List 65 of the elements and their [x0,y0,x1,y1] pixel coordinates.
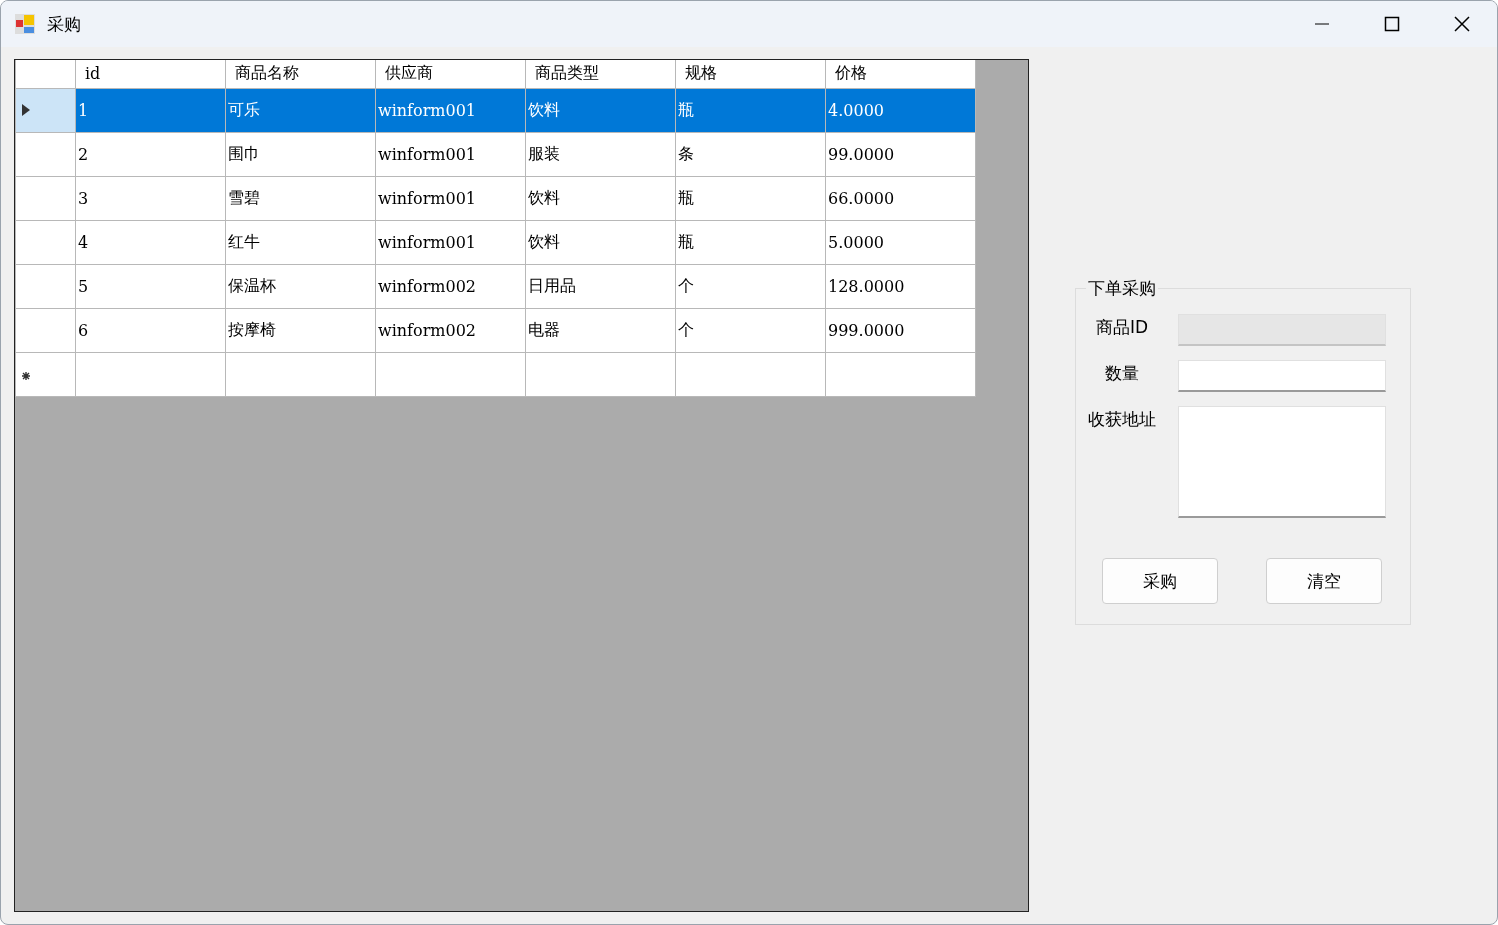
table-cell: 999.0000 [825,308,976,352]
column-header[interactable]: 规格 [675,60,826,88]
table-cell: 雪碧 [225,176,376,220]
field-label: 收获地址 [1087,408,1157,431]
table-cell: 99.0000 [825,132,976,176]
table-cell: 6 [75,308,226,352]
table-cell: winform002 [375,308,526,352]
column-header[interactable]: id [75,60,226,88]
row-header[interactable] [15,352,76,396]
window-title: 采购 [47,12,82,36]
address-field[interactable] [1178,406,1386,518]
table-cell: 饮料 [525,176,676,220]
table-cell: 2 [75,132,226,176]
table-cell: 日用品 [525,264,676,308]
row-header[interactable] [15,88,76,132]
group-title: 下单采购 [1087,277,1157,300]
table-cell: 4.0000 [825,88,976,132]
table-cell: 按摩椅 [225,308,376,352]
table-cell: 5.0000 [825,220,976,264]
table-cell: 围巾 [225,132,376,176]
table-cell: 瓶 [675,176,826,220]
row-header[interactable] [15,308,76,352]
table-cell: 条 [675,132,826,176]
table-cell: winform002 [375,264,526,308]
table-cell: 128.0000 [825,264,976,308]
table-cell: 电器 [525,308,676,352]
table-cell: winform001 [375,132,526,176]
row-header[interactable] [15,220,76,264]
app-icon [15,14,35,34]
table-cell: winform001 [375,88,526,132]
table-cell: 饮料 [525,88,676,132]
table-cell: 红牛 [225,220,376,264]
new-row-icon [22,371,30,380]
table-cell: winform001 [375,176,526,220]
table-cell: 5 [75,264,226,308]
column-header[interactable]: 商品名称 [225,60,376,88]
maximize-icon [1384,16,1400,32]
input-field[interactable] [1178,360,1386,392]
close-icon [1454,16,1470,32]
form-button[interactable]: 清空 [1266,558,1382,604]
minimize-icon [1314,23,1330,25]
table-cell: 可乐 [225,88,376,132]
table-cell: 瓶 [675,220,826,264]
column-header[interactable]: 供应商 [375,60,526,88]
table-cell: 饮料 [525,220,676,264]
table-cell: 个 [675,308,826,352]
row-header[interactable] [15,132,76,176]
table-cell: 66.0000 [825,176,976,220]
field-label: 商品ID [1094,316,1150,339]
column-header[interactable]: 商品类型 [525,60,676,88]
form-button[interactable]: 采购 [1102,558,1218,604]
row-header[interactable] [15,176,76,220]
table-cell: 瓶 [675,88,826,132]
table-cell: 保温杯 [225,264,376,308]
row-header[interactable] [15,264,76,308]
table-cell: 3 [75,176,226,220]
corner-header [15,60,76,88]
table-cell: 4 [75,220,226,264]
table-cell: 服装 [525,132,676,176]
current-row-icon [22,103,30,116]
table-cell: 个 [675,264,826,308]
table-cell: 1 [75,88,226,132]
table-cell: winform001 [375,220,526,264]
field-label: 数量 [1104,362,1140,385]
column-header[interactable]: 价格 [825,60,976,88]
